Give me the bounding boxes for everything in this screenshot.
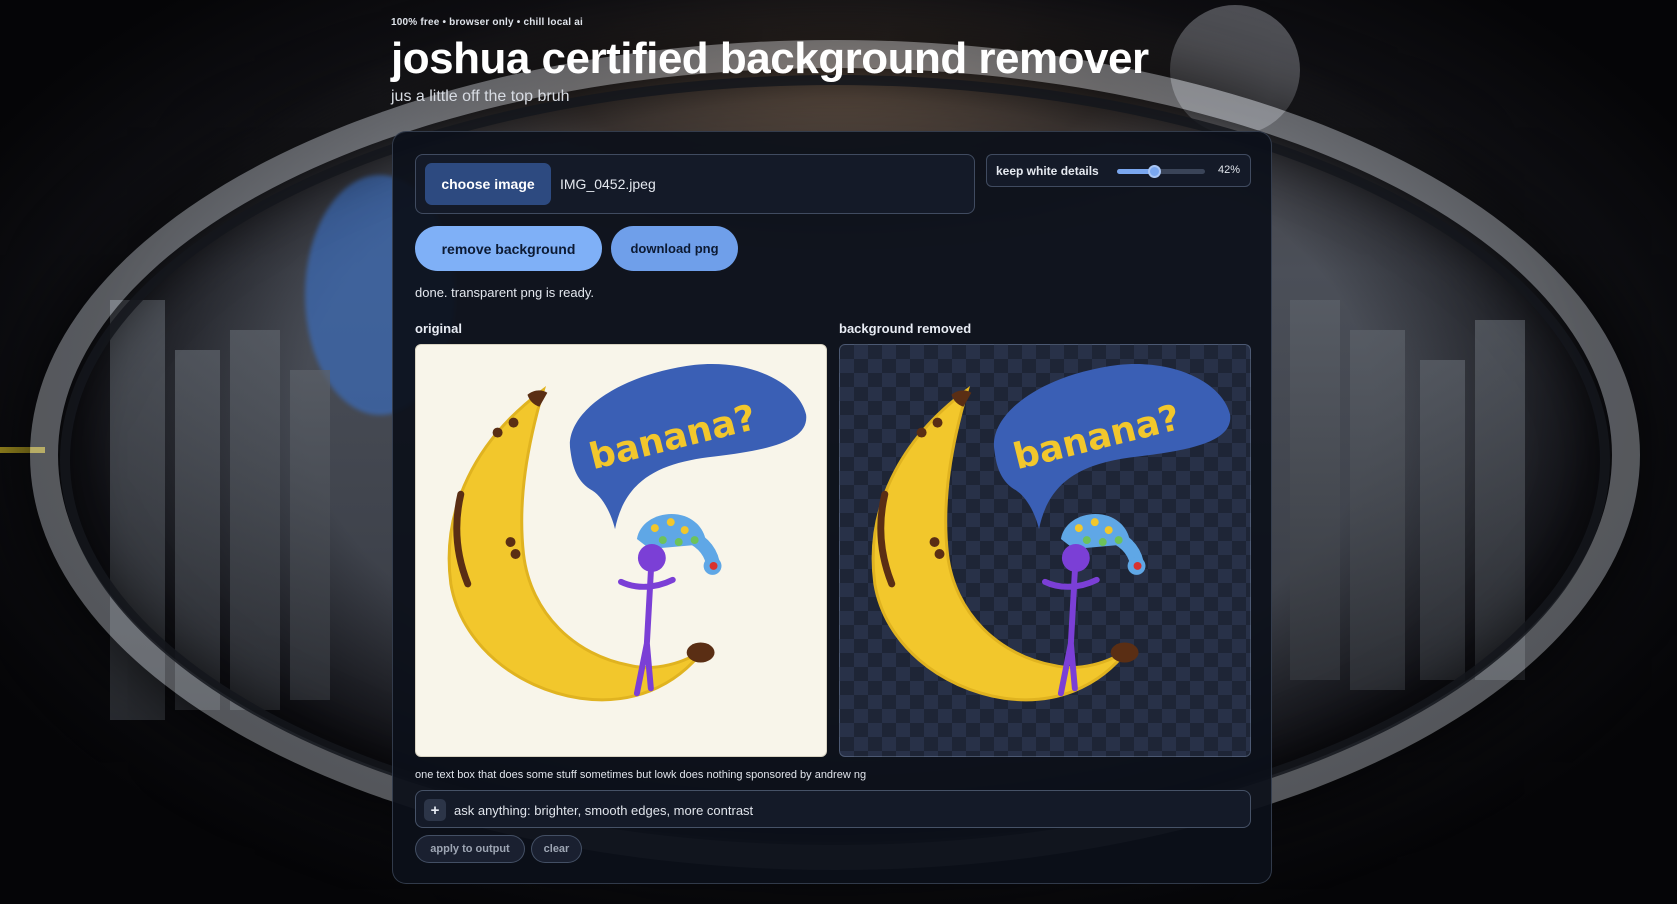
prompt-input[interactable] xyxy=(454,797,1234,823)
slider-value: 42% xyxy=(1217,164,1240,176)
keep-white-details-control: keep white details 42% xyxy=(986,154,1251,187)
banana-drawing-transparent: banana? xyxy=(871,364,1231,702)
output-image: banana? xyxy=(839,344,1251,757)
page-header: 100% free • browser only • chill local a… xyxy=(391,17,1149,106)
prompt-caption: one text box that does some stuff someti… xyxy=(415,769,867,781)
remove-background-button[interactable]: remove background xyxy=(415,226,602,271)
eyebrow-text: 100% free • browser only • chill local a… xyxy=(391,17,583,28)
original-label: original xyxy=(415,321,462,336)
keep-white-details-slider[interactable] xyxy=(1117,165,1205,178)
output-label: background removed xyxy=(839,321,972,336)
slider-thumb[interactable] xyxy=(1147,165,1161,178)
slider-label: keep white details xyxy=(996,164,1099,178)
original-image: banana? xyxy=(415,344,827,757)
clear-button[interactable]: clear xyxy=(531,835,582,863)
file-picker: choose image IMG_0452.jpeg xyxy=(415,154,975,214)
download-png-button[interactable]: download png xyxy=(611,226,738,271)
page-title: joshua certified background remover xyxy=(391,34,1149,83)
choose-image-button[interactable]: choose image xyxy=(425,163,551,205)
page-subtitle: jus a little off the top bruh xyxy=(391,88,570,105)
banana-drawing: banana? xyxy=(447,364,807,702)
add-attachment-button[interactable]: + xyxy=(424,799,446,821)
prompt-box: + xyxy=(415,790,1251,828)
file-name-label: IMG_0452.jpeg xyxy=(560,176,656,192)
apply-to-output-button[interactable]: apply to output xyxy=(415,835,525,863)
status-message: done. transparent png is ready. xyxy=(415,285,594,300)
main-panel: choose image IMG_0452.jpeg keep white de… xyxy=(392,131,1272,884)
